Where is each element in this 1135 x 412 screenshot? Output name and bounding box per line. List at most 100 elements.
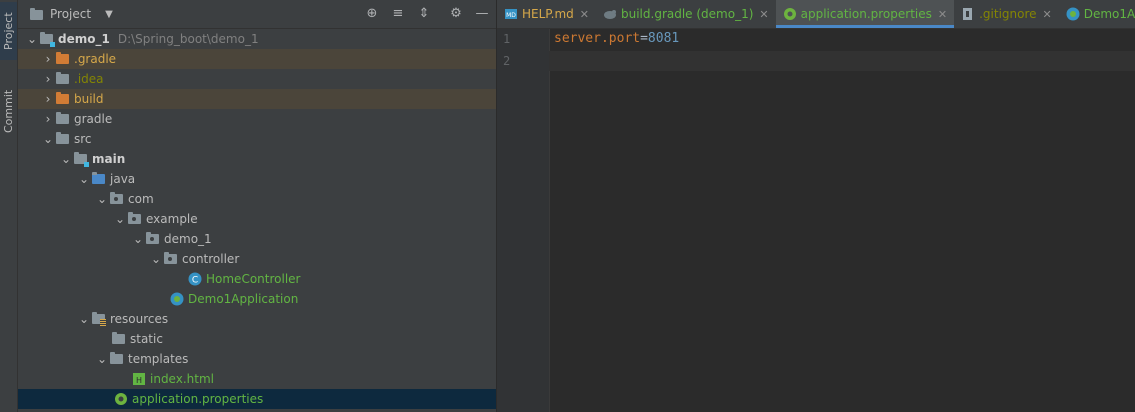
tree-row-build[interactable]: › build [18, 89, 496, 109]
expand-all-icon[interactable]: ≡ [390, 6, 406, 22]
chevron-right-icon[interactable]: › [40, 109, 56, 129]
tree-label: demo_1 [58, 32, 110, 46]
commit-tool-button[interactable]: Commit [0, 80, 17, 142]
tree-row-homecontroller[interactable]: C HomeController [18, 269, 496, 289]
tree-label: resources [110, 312, 169, 326]
spring-boot-class-icon [1066, 7, 1080, 21]
line-number: 1 [503, 32, 511, 46]
chevron-down-icon[interactable]: ⌄ [76, 309, 92, 329]
tab-application-properties[interactable]: application.properties ✕ [775, 0, 955, 28]
tree-label: com [128, 192, 154, 206]
chevron-down-icon[interactable]: ⌄ [112, 209, 128, 229]
source-root-folder-icon [92, 172, 106, 186]
tree-row-gradle[interactable]: › gradle [18, 109, 496, 129]
package-icon [164, 252, 178, 266]
project-panel-title: Project [50, 7, 92, 21]
chevron-down-icon[interactable]: ⌄ [24, 29, 40, 49]
gear-icon[interactable]: ⚙ [448, 6, 464, 22]
tree-label: java [110, 172, 136, 186]
chevron-down-icon[interactable]: ⌄ [40, 129, 56, 149]
tab-gitignore[interactable]: .gitignore ✕ [954, 0, 1059, 28]
spring-boot-class-icon [170, 292, 184, 306]
package-icon [128, 212, 142, 226]
tree-label: static [130, 332, 163, 346]
property-value: 8081 [647, 31, 680, 46]
tree-row-example[interactable]: ⌄ example [18, 209, 496, 229]
tab-label: Demo1Applica [1083, 7, 1135, 21]
properties-file-icon [114, 392, 128, 406]
tree-path: D:\Spring_boot\demo_1 [117, 32, 259, 46]
tab-label: build.gradle (demo_1) [621, 7, 754, 21]
tab-help-md[interactable]: MD HELP.md ✕ [497, 0, 596, 28]
tree-label: index.html [150, 372, 214, 386]
svg-text:C: C [192, 276, 198, 286]
svg-text:MD: MD [506, 12, 516, 19]
folder-icon [110, 352, 124, 366]
tree-row-demo_1-package[interactable]: ⌄ demo_1 [18, 229, 496, 249]
markdown-file-icon: MD [504, 7, 518, 21]
resources-folder-icon [92, 312, 106, 326]
tool-window-strip: Project Commit [0, 0, 18, 412]
package-icon [110, 192, 124, 206]
property-separator: = [640, 31, 648, 46]
chevron-down-icon[interactable]: ⌄ [148, 249, 164, 269]
tree-label: build [74, 92, 104, 106]
chevron-down-icon[interactable]: ⌄ [58, 149, 74, 169]
tab-demo1application[interactable]: Demo1Applica [1059, 0, 1135, 28]
tree-row-gradle-hidden[interactable]: › .gradle [18, 49, 496, 69]
code-line: server.port=8081 [554, 29, 679, 51]
tree-label: gradle [74, 112, 113, 126]
project-tool-button[interactable]: Project [0, 2, 17, 60]
chevron-down-icon[interactable]: ⌄ [94, 189, 110, 209]
close-icon[interactable]: ✕ [1043, 8, 1052, 21]
tab-build-gradle[interactable]: build.gradle (demo_1) ✕ [596, 0, 776, 28]
properties-file-icon [783, 7, 797, 21]
collapse-all-icon[interactable]: ⇕ [416, 6, 432, 22]
tab-label: .gitignore [979, 7, 1037, 21]
module-folder-icon [40, 32, 55, 47]
tree-row-src[interactable]: ⌄ src [18, 129, 496, 149]
chevron-right-icon[interactable]: › [40, 89, 56, 109]
chevron-down-icon[interactable]: ⌄ [130, 229, 146, 249]
tree-row-main[interactable]: ⌄ main [18, 149, 496, 169]
tree-row-resources[interactable]: ⌄ resources [18, 309, 496, 329]
chevron-down-icon[interactable]: ⌄ [94, 349, 110, 369]
package-icon [146, 232, 160, 246]
tree-row-idea[interactable]: › .idea [18, 69, 496, 89]
project-toolbar: Project ▼ ⊕ ≡ ⇕ ⚙ — [18, 0, 496, 29]
folder-icon [56, 72, 70, 86]
minimize-icon[interactable]: — [474, 6, 490, 22]
folder-icon [56, 52, 70, 66]
project-panel: Project ▼ ⊕ ≡ ⇕ ⚙ — ⌄ demo_1 D:\Spring_b… [18, 0, 496, 412]
code-text-area[interactable]: server.port=8081 [554, 29, 679, 73]
tree-row-index-html[interactable]: H index.html [18, 369, 496, 389]
tree-label: .idea [74, 72, 104, 86]
folder-icon [112, 332, 126, 346]
project-view-selector[interactable]: Project ▼ [30, 7, 113, 21]
line-number-gutter: 1 2 [497, 29, 550, 412]
close-icon[interactable]: ✕ [759, 8, 768, 21]
close-icon[interactable]: ✕ [580, 8, 589, 21]
property-key: server.port [554, 31, 641, 46]
tree-label: .gradle [74, 52, 117, 66]
tab-label: HELP.md [522, 7, 574, 21]
locate-icon[interactable]: ⊕ [364, 6, 380, 22]
tree-row-controller[interactable]: ⌄ controller [18, 249, 496, 269]
source-set-folder-icon [74, 152, 89, 167]
tree-row-java[interactable]: ⌄ java [18, 169, 496, 189]
close-icon[interactable]: ✕ [938, 8, 947, 21]
folder-icon [56, 132, 70, 146]
tree-label: main [92, 152, 126, 166]
folder-icon [30, 7, 44, 21]
chevron-right-icon[interactable]: › [40, 69, 56, 89]
tree-row-demo_1[interactable]: ⌄ demo_1 D:\Spring_boot\demo_1 [18, 29, 496, 49]
tree-row-application-properties[interactable]: application.properties [18, 389, 496, 409]
tree-label: example [146, 212, 198, 226]
chevron-right-icon[interactable]: › [40, 49, 56, 69]
tree-row-demo1application[interactable]: Demo1Application [18, 289, 496, 309]
chevron-down-icon[interactable]: ⌄ [76, 169, 92, 189]
tree-row-static[interactable]: static [18, 329, 496, 349]
tree-row-com[interactable]: ⌄ com [18, 189, 496, 209]
tree-row-templates[interactable]: ⌄ templates [18, 349, 496, 369]
